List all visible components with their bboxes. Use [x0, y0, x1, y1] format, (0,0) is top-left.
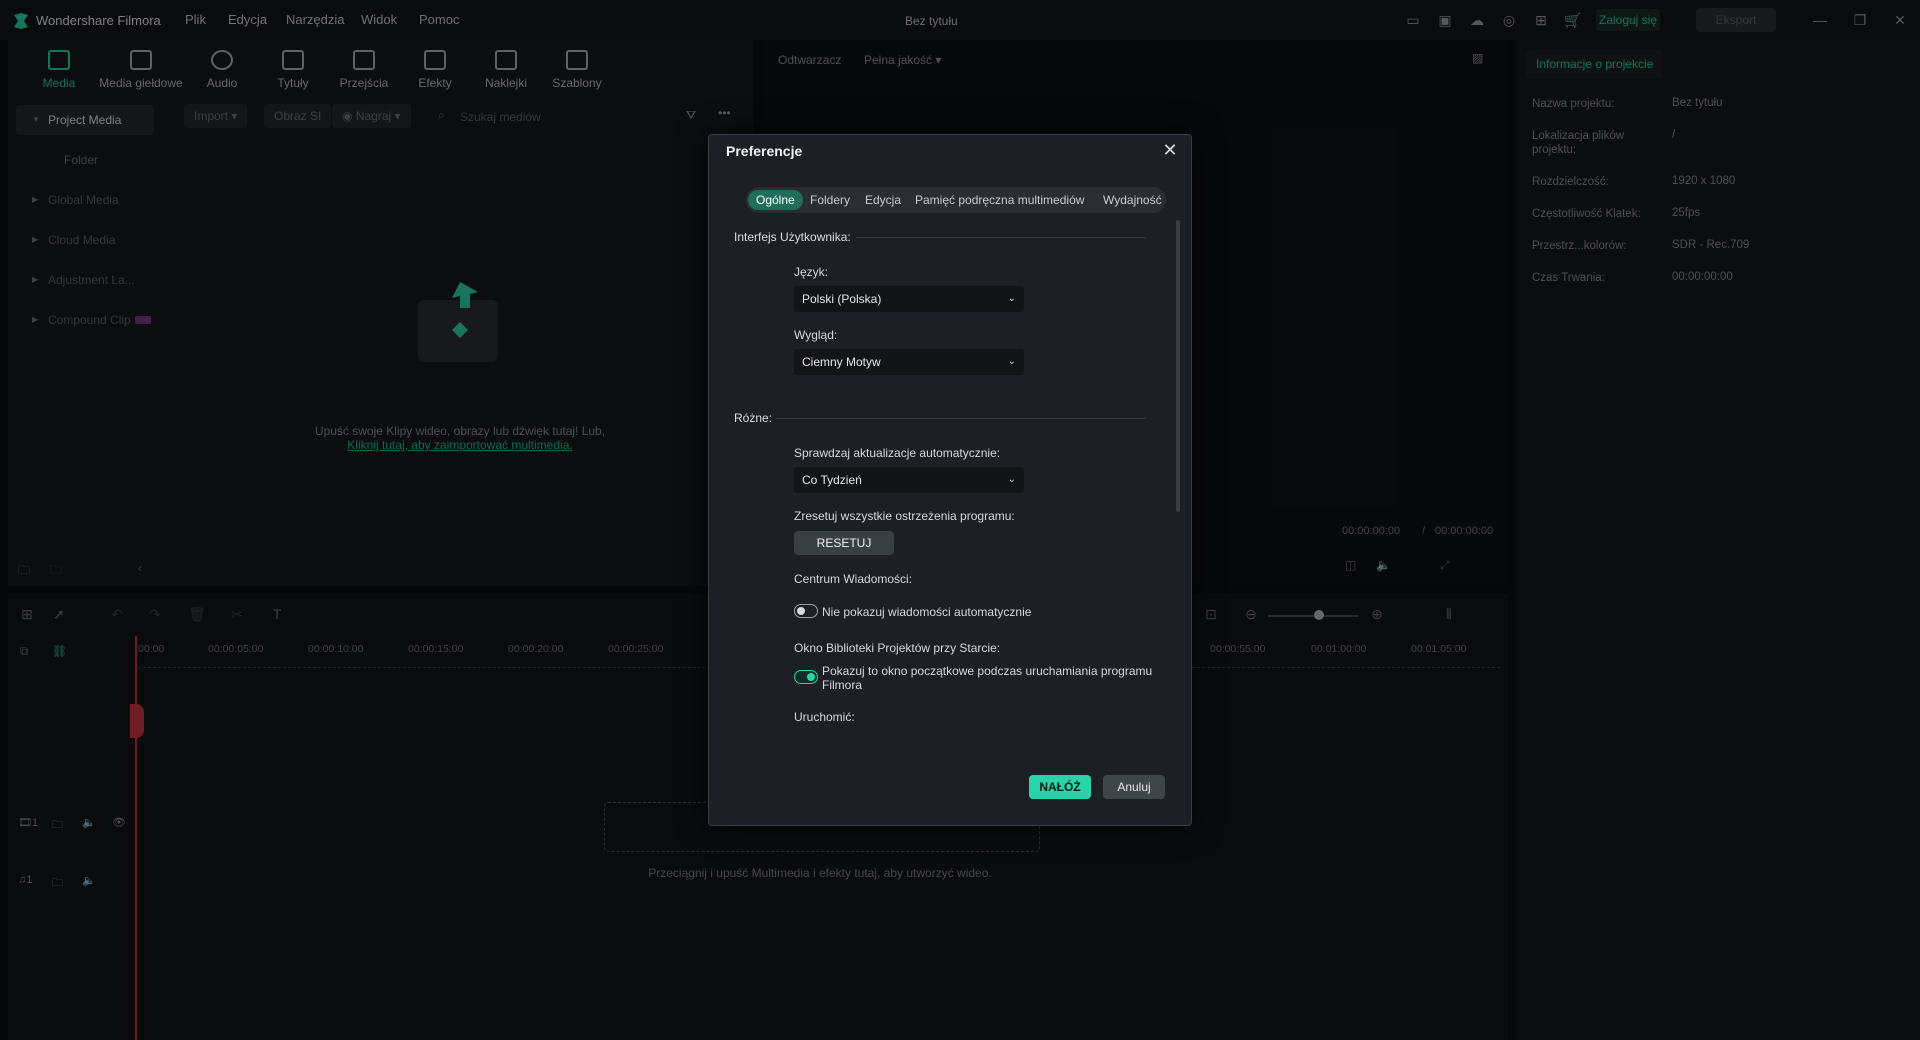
launch-label: Uruchomić:: [794, 710, 855, 724]
section-misc: Różne:: [734, 411, 773, 425]
section-ui: Interfejs Użytkownika:: [734, 230, 851, 244]
tab-general[interactable]: Ogólne: [748, 190, 803, 210]
chevron-down-icon: ⌄: [1007, 356, 1016, 367]
language-label: Język:: [794, 265, 829, 279]
dialog-title: Preferencje: [726, 143, 803, 159]
section-divider: [776, 418, 1146, 419]
chevron-down-icon: ⌄: [1007, 293, 1016, 304]
messages-toggle[interactable]: [794, 604, 818, 618]
appearance-select[interactable]: Ciemny Motyw ⌄: [794, 349, 1024, 375]
language-select[interactable]: Polski (Polska) ⌄: [794, 286, 1024, 312]
library-label: Okno Biblioteki Projektów przy Starcie:: [794, 641, 1001, 655]
updates-label: Sprawdzaj aktualizacje automatycznie:: [794, 446, 1001, 460]
tab-media-cache[interactable]: Pamięć podręczna multimediów: [907, 190, 1092, 210]
chevron-down-icon: ⌄: [1007, 474, 1016, 485]
dialog-scrollbar[interactable]: [1176, 220, 1180, 512]
cancel-button[interactable]: Anuluj: [1103, 775, 1165, 799]
reset-warnings-label: Zresetuj wszystkie ostrzeżenia programu:: [794, 509, 1015, 523]
tab-editing[interactable]: Edycja: [857, 190, 909, 210]
apply-button[interactable]: NAŁÓŻ: [1029, 775, 1091, 799]
close-icon[interactable]: ✕: [1160, 140, 1180, 160]
tab-performance[interactable]: Wydajność: [1095, 190, 1170, 210]
updates-select[interactable]: Co Tydzień ⌄: [794, 467, 1024, 493]
library-toggle-label: Pokazuj to okno początkowe podczas uruch…: [822, 664, 1153, 692]
messages-toggle-label: Nie pokazuj wiadomości automatycznie: [822, 605, 1032, 619]
messages-label: Centrum Wiadomości:: [794, 572, 913, 586]
library-toggle[interactable]: [794, 670, 818, 684]
appearance-label: Wygląd:: [794, 328, 838, 342]
section-divider: [856, 237, 1146, 238]
reset-button[interactable]: RESETUJ: [794, 531, 894, 555]
tab-folders[interactable]: Foldery: [802, 190, 858, 210]
